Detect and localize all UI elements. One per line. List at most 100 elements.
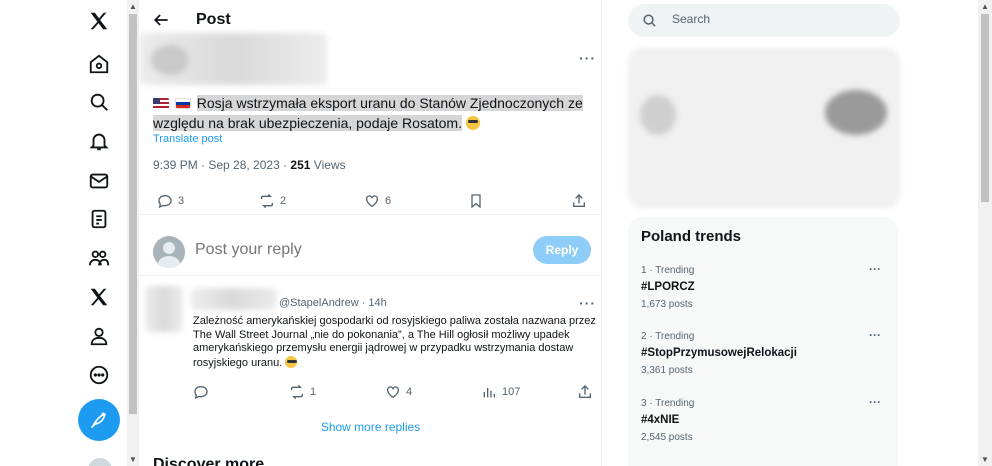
messages-icon[interactable]: [86, 168, 112, 194]
trend-count: 1,673 posts: [641, 299, 693, 310]
account-avatar[interactable]: [88, 458, 112, 466]
bookmark-icon: [471, 194, 481, 209]
post-more-icon[interactable]: ···: [579, 50, 596, 66]
page-scroll-up-icon[interactable]: ▲: [981, 2, 989, 11]
back-arrow-icon[interactable]: [151, 10, 171, 30]
page-title: Post: [196, 11, 231, 28]
comment-handle[interactable]: @StapelAndrew · 14h: [279, 297, 387, 309]
trend-item[interactable]: 3 · Trending #4xNIE 2,545 posts ···: [641, 395, 891, 443]
comment-repost-count: 1: [310, 386, 317, 398]
comment-sunglasses-emoji-icon: [285, 355, 298, 368]
comment-repost-action[interactable]: 1: [289, 384, 316, 400]
reply-avatar: [153, 236, 185, 268]
trend-name: #4xNIE: [641, 414, 680, 426]
share-action[interactable]: [571, 193, 587, 209]
nav-scrollbar[interactable]: ▲ ▼: [127, 0, 139, 466]
like-action[interactable]: 6: [364, 193, 391, 209]
communities-icon[interactable]: [86, 245, 112, 271]
comment-more-icon[interactable]: ···: [579, 295, 596, 311]
us-flag-icon: [153, 98, 169, 109]
reply-icon: [158, 194, 172, 209]
trend-more-icon[interactable]: ···: [869, 395, 881, 409]
search-input[interactable]: [672, 12, 872, 26]
blurred-avatar: [640, 95, 676, 135]
show-more-replies-link[interactable]: Show more replies: [139, 420, 602, 434]
heart-icon: [366, 195, 378, 208]
trend-name: #LPORCZ: [641, 281, 695, 293]
premium-icon[interactable]: [86, 284, 112, 310]
page-scrollbar[interactable]: ▲ ▼: [978, 0, 992, 466]
notifications-icon[interactable]: [86, 128, 112, 154]
views-label: Views: [310, 158, 346, 172]
commenter-name-blurred: [191, 288, 277, 310]
comment-like-count: 4: [406, 386, 413, 398]
trend-meta: 2 · Trending: [641, 331, 695, 342]
page-scrollbar-thumb[interactable]: [981, 14, 989, 202]
search-bar[interactable]: [628, 4, 900, 37]
repost-icon: [261, 193, 273, 209]
reply-button[interactable]: Reply: [533, 236, 591, 264]
home-icon[interactable]: [86, 51, 112, 77]
trend-item[interactable]: 1 · Trending #LPORCZ 1,673 posts ···: [641, 262, 891, 310]
scroll-up-arrow-icon[interactable]: ▲: [129, 2, 137, 11]
search-icon: [643, 14, 656, 27]
trend-name: #StopPrzymusowejRelokacji: [641, 347, 797, 359]
like-count: 6: [385, 195, 392, 207]
post-timestamp[interactable]: 9:39 PM · Sep 28, 2023 ·: [153, 158, 290, 172]
translate-link[interactable]: Translate post: [153, 133, 222, 145]
comment-share-action[interactable]: [577, 384, 593, 400]
share-icon: [573, 194, 585, 207]
nav-scrollbar-thumb[interactable]: [129, 14, 137, 414]
reply-count: 3: [178, 195, 185, 207]
compose-post-button[interactable]: [78, 399, 120, 441]
trend-meta: 1 · Trending: [641, 265, 695, 276]
blurred-image: [825, 90, 887, 135]
left-navigation: [78, 0, 122, 466]
post-body: Rosja wstrzymała eksport uranu do Stanów…: [153, 95, 583, 131]
scroll-down-arrow-icon[interactable]: ▼: [129, 455, 137, 464]
main-column: Post ··· Rosja wstrzymała eksport uranu …: [139, 0, 602, 466]
views-count: 251: [290, 158, 311, 172]
post-meta: 9:39 PM · Sep 28, 2023 · 251 Views: [153, 158, 346, 172]
trend-more-icon[interactable]: ···: [869, 262, 881, 276]
trends-panel: Poland trends 1 · Trending #LPORCZ 1,673…: [628, 217, 898, 466]
lists-icon[interactable]: [86, 206, 112, 232]
repost-action[interactable]: 2: [259, 193, 286, 209]
feather-icon: [90, 412, 106, 429]
trend-more-icon[interactable]: ···: [869, 328, 881, 342]
comment-repost-icon: [291, 384, 303, 400]
trend-count: 2,545 posts: [641, 432, 693, 443]
commenter-avatar[interactable]: [145, 286, 183, 332]
comment-heart-icon: [387, 386, 399, 399]
author-avatar[interactable]: [151, 45, 189, 75]
discover-more-heading: Discover more: [153, 456, 265, 466]
page-scroll-down-icon[interactable]: ▼: [981, 455, 989, 464]
trend-item[interactable]: 2 · Trending #StopPrzymusowejRelokacji 3…: [641, 328, 891, 376]
comment-like-action[interactable]: 4: [385, 384, 412, 400]
comment-views-count: 107: [502, 386, 521, 398]
sunglasses-emoji-icon: [465, 116, 480, 130]
reply-action[interactable]: 3: [157, 193, 184, 209]
post-actions: 3 2 6: [139, 193, 602, 215]
reply-composer: Reply: [139, 228, 602, 276]
russia-flag-icon: [174, 98, 191, 109]
profile-icon[interactable]: [86, 323, 112, 349]
comment-actions: 1 4 107: [139, 384, 602, 402]
x-logo-icon[interactable]: [86, 8, 112, 34]
explore-icon[interactable]: [86, 89, 112, 115]
trend-meta: 3 · Trending: [641, 398, 695, 409]
trends-title: Poland trends: [641, 228, 742, 245]
bookmark-action[interactable]: [468, 193, 484, 209]
comment-views-action[interactable]: 107: [481, 384, 520, 400]
comment-body: Zależność amerykańskiej gospodarki od ro…: [193, 315, 596, 369]
reply-input[interactable]: [195, 241, 402, 259]
repost-count: 2: [280, 195, 287, 207]
comment-share-icon: [579, 385, 591, 398]
post-text: Rosja wstrzymała eksport uranu do Stanów…: [153, 93, 593, 133]
comment-reply-icon: [194, 385, 208, 400]
trend-count: 3,361 posts: [641, 365, 693, 376]
comment-text: Zależność amerykańskiej gospodarki od ro…: [193, 315, 597, 370]
comment-reply-action[interactable]: [193, 384, 209, 400]
analytics-icon: [483, 388, 495, 398]
more-icon[interactable]: [86, 362, 112, 388]
